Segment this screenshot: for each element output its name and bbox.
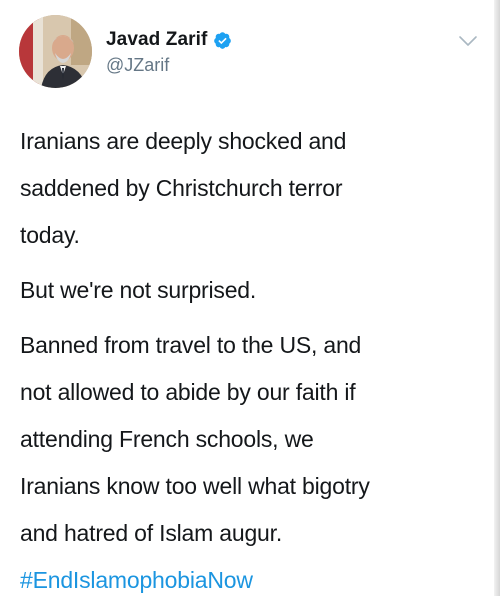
tweet-line: Iranians are deeply shocked and <box>20 128 347 154</box>
author-handle[interactable]: @JZarif <box>106 55 169 76</box>
tweet-line: and hatred of Islam augur. <box>20 520 283 546</box>
tweet-line: Banned from travel to the US, and <box>20 332 362 358</box>
tweet-line: attending French schools, we <box>20 426 314 452</box>
tweet-card: Javad Zarif @JZarif Iranians are deeply … <box>0 0 500 596</box>
tweet-line: saddened by Christchurch terror <box>20 175 343 201</box>
tweet-line: Iranians know too well what bigotry <box>20 473 370 499</box>
tweet-paragraph-1: Iranians are deeply shocked and saddened… <box>20 118 470 259</box>
tweet-line: not allowed to abide by our faith if <box>20 379 356 405</box>
tweet-paragraph-2: But we're not surprised. <box>20 267 470 314</box>
avatar[interactable] <box>19 15 92 88</box>
tweet-line: today. <box>20 222 80 248</box>
tweet-paragraph-3: Banned from travel to the US, and not al… <box>20 322 470 604</box>
hashtag-link[interactable]: #EndIslamophobiaNow <box>20 557 470 604</box>
author-display-name[interactable]: Javad Zarif <box>106 29 207 51</box>
tweet-text: Iranians are deeply shocked and saddened… <box>20 118 470 604</box>
scrollbar-edge <box>494 0 500 596</box>
tweet-line: But we're not surprised. <box>20 277 257 303</box>
avatar-photo <box>19 15 92 88</box>
chevron-down-icon[interactable] <box>458 34 478 48</box>
verified-badge-icon <box>213 31 232 50</box>
author-name-row: Javad Zarif <box>106 28 232 52</box>
